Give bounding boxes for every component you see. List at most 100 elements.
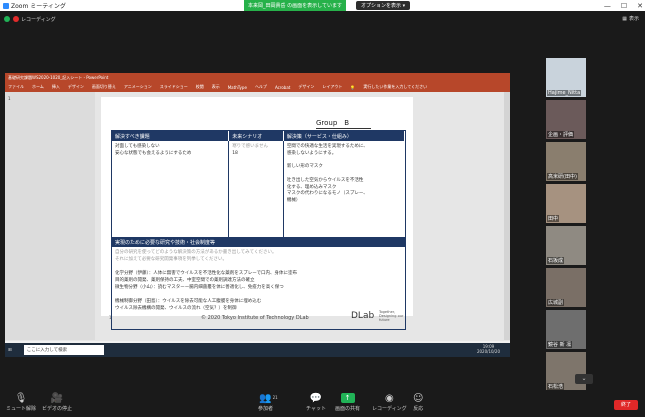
table-body-row: 対面しても感染しない 安心な状態でも会えるようにするため 寒りで感いません 18… [112, 141, 405, 237]
ppt-tab[interactable]: ホーム [32, 84, 44, 90]
slide-page-number: 1 [109, 315, 112, 320]
research-line [115, 292, 402, 299]
ppt-titlebar: 基礎研究課題WS2020-1020_記入シート - PowerPoint [5, 73, 510, 82]
ppt-tab[interactable]: ヘルプ [255, 84, 267, 90]
reactions-button[interactable]: ☺ 反応 [413, 393, 423, 412]
slide-table: 解決すべき課題 未来シナリオ 解決策（サービス・仕組み） 対面しても感染しない … [111, 130, 406, 330]
meeting-topbar: レコーディング [0, 11, 645, 27]
ppt-tab[interactable]: ファイル [8, 84, 24, 90]
research-line: 目的薬剤の開発、薬剤保持の工夫、中室空間での薬剤調達方法の確立 [115, 277, 255, 283]
meeting-toolbar: 🎙 ミュート解除 🎥 ビデオの停止 👥 21 参加者 💬 チャット ↑ 画面の共有… [0, 390, 645, 417]
view-label: 表示 [628, 16, 639, 22]
mute-label: ミュート解除 [6, 406, 37, 412]
ppt-tab[interactable]: 表示 [212, 84, 220, 90]
research-line: 化学分野（伊藤）：人体に無害でウイルスを不活性化な薬剤をスプレーで口内、身体に塗… [115, 270, 297, 276]
cell-line: マスクの代わりになるモノ（スプレー、 [286, 191, 368, 197]
reactions-label: 反応 [413, 406, 424, 412]
view-options-button[interactable]: オプションを表示 ▾ [356, 1, 411, 10]
vertical-scrollbar[interactable] [504, 92, 510, 340]
cell-line: 寒りで感いません [232, 144, 269, 149]
share-arrow-icon: ↑ [340, 393, 355, 403]
taskbar-clock: 19:09 2020/10/20 [477, 344, 500, 354]
scroll-down-chevron-icon[interactable]: ⌄ [575, 374, 593, 384]
ppt-tab[interactable]: デザイン [68, 84, 84, 90]
ppt-tab[interactable]: レイアウト [322, 84, 342, 90]
close-button[interactable]: ✕ [637, 2, 643, 10]
ppt-tab[interactable]: スライドショー [160, 84, 188, 90]
ppt-search-hint[interactable]: 実行したい作業を入力してください [363, 84, 427, 90]
problem-cell[interactable]: 対面しても感染しない 安心な状態でも会えるようにするため [112, 141, 230, 237]
ppt-tab[interactable]: 挿入 [52, 84, 60, 90]
video-button[interactable]: 🎥 ビデオの停止 [42, 393, 72, 412]
cell-line [287, 171, 402, 178]
taskbar-search-placeholder: ここに入力して検索 [26, 348, 68, 353]
participant-name: 鏡谷 新 凛 [547, 341, 573, 348]
cell-line: 新しい形のマスク [286, 164, 323, 170]
copyright-footer: © 2020 Tokyo Institute of Technology DLa… [201, 315, 309, 321]
video-label: ビデオの停止 [42, 406, 73, 412]
header-solution: 解決策（サービス・仕組み） [284, 131, 405, 141]
cell-line: 空間での快適な生活を実現するために、 [286, 144, 368, 149]
solution-cell[interactable]: 空間での快適な生活を実現するために、 感染しないようにする。 新しい形のマスク … [284, 141, 405, 237]
dlab-tagline: Together, Designing our future [379, 310, 413, 323]
minimize-button[interactable]: — [604, 2, 611, 10]
ppt-tab[interactable]: Acrobat [275, 85, 290, 90]
shared-screen: 基礎研究課題WS2020-1020_記入シート - PowerPoint ファイ… [5, 73, 510, 351]
cell-line: 感染しないようにする。 [286, 150, 337, 156]
share-banner: 本来岡_田岡貴岳 の画面を表示しています [244, 0, 346, 11]
mute-button[interactable]: 🎙 ミュート解除 [6, 393, 36, 412]
clock-date: 2020/10/20 [476, 349, 500, 355]
ppt-tab[interactable]: MathType [228, 85, 247, 90]
participant-name: 高米研(田中) [547, 173, 578, 180]
participant-video[interactable]: 鏡谷 新 凛 [546, 310, 586, 349]
group-title: Group B [316, 118, 372, 129]
chat-button[interactable]: 💬 チャット [306, 393, 326, 412]
chat-bubble-icon: 💬 [309, 393, 323, 404]
view-button[interactable]: ▦ 表示 [622, 15, 639, 23]
participant-name: 企画・評価 [547, 131, 575, 138]
participants-button[interactable]: 👥 21 参加者 [258, 393, 278, 412]
participant-name: 広城副 [547, 299, 565, 306]
window-title: Zoom ミーティング [11, 3, 66, 10]
participant-name: Hajime_Nitta [547, 90, 582, 96]
ppt-tab[interactable]: 画面切り替え [92, 84, 116, 90]
participant-video[interactable]: Hajime_Nitta [546, 58, 586, 97]
share-label: 画面の共有 [335, 406, 361, 412]
participant-video-column: Hajime_Nitta 企画・評価 高米研(田中) 田中 石坂成 広城副 鏡谷… [546, 58, 586, 394]
end-meeting-button[interactable]: 終了 [614, 400, 638, 410]
record-button[interactable]: ◉ レコーディング [372, 393, 407, 412]
windows-start-icon[interactable]: ⊞ [8, 348, 12, 353]
ppt-tab[interactable]: 校閲 [196, 84, 204, 90]
share-screen-button[interactable]: ↑ 画面の共有 [335, 393, 360, 412]
record-label: レコーディング [372, 406, 407, 412]
security-shield-icon[interactable] [4, 16, 10, 22]
taskbar-search-input[interactable]: ここに入力して検索 [23, 345, 104, 355]
participant-video[interactable]: 田中 [546, 184, 586, 223]
app-title: Zoom ミーティング [0, 1, 66, 10]
thumbnail-number: 1 [8, 96, 11, 101]
dlab-logo: DLab [351, 311, 375, 321]
ppt-ribbon-tabs: ファイル ホーム 挿入 デザイン 画面切り替え アニメーション スライドショー … [5, 82, 510, 92]
participant-video[interactable]: 石坂成 [546, 226, 586, 265]
cell-line: 機械） [286, 198, 301, 203]
windows-taskbar: ⊞ ここに入力して検索 19:09 2020/10/20 [5, 343, 510, 357]
ppt-tab[interactable]: デザイン [298, 84, 314, 90]
recording-label: レコーディング [21, 16, 56, 23]
slide-thumbnail-panel: 1 [5, 92, 95, 340]
maximize-button[interactable]: ☐ [621, 2, 627, 10]
record-icon: ◉ [384, 393, 394, 404]
cell-line: 安心な状態でも会えるようにするため [115, 150, 192, 156]
window-controls: — ☐ ✕ [604, 0, 643, 11]
participant-video[interactable]: 企画・評価 [546, 100, 586, 139]
cell-line: 18 [232, 150, 238, 156]
participant-video[interactable]: 広城副 [546, 268, 586, 307]
scenario-cell[interactable]: 寒りで感いません 18 [229, 141, 284, 237]
participant-name: 石松浩 [547, 383, 565, 390]
ppt-tab[interactable]: アニメーション [124, 84, 152, 90]
tagline-line: Designing our future [379, 314, 404, 323]
participant-video[interactable]: 石松浩 [546, 352, 586, 391]
participant-name: 田中 [547, 215, 560, 222]
research-line: 機械制御分野（田島）：ウイルスを除去可能な人工腹膜を身体に埋め込む [115, 298, 262, 304]
participant-video[interactable]: 高米研(田中) [546, 142, 586, 181]
